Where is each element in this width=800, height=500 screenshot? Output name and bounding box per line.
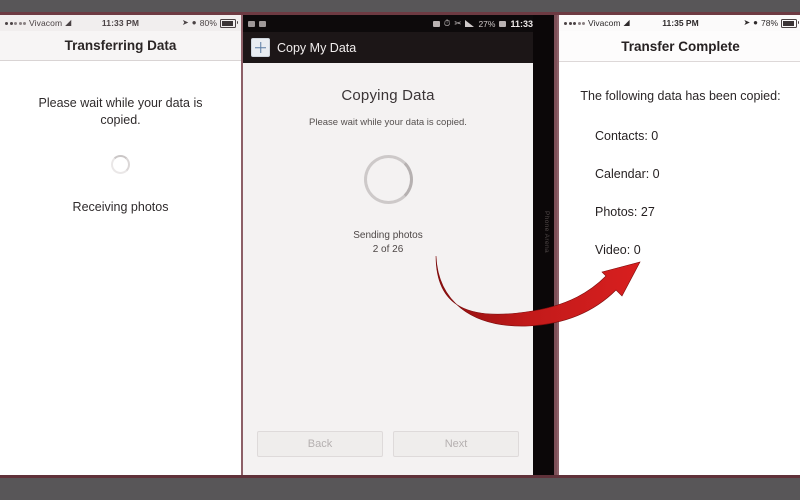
panel-middle-copy-my-data: ⏱ ✂ 27% 11:33 PM Copy My Data Copying Da… [243,15,554,475]
location-arrow-icon: ➤ [743,18,751,27]
watermark-label: Phone Arena [543,211,550,253]
wizard-button-row: Back Next [243,431,533,457]
usb-icon: ✂ [454,18,462,28]
status-bar-system-icons: ⏱ ✂ 27% 11:33 PM [432,18,549,29]
progress-count: 2 of 26 [372,244,404,255]
copied-results-list: Contacts: 0 Calendar: 0 Photos: 27 Video… [559,103,800,257]
next-button[interactable]: Next [393,431,519,457]
page-title-left: Transferring Data [64,38,177,53]
bluetooth-icon: ● [191,18,197,27]
copy-my-data-app-icon [251,38,270,57]
list-item: Calendar: 0 [595,167,660,181]
back-button[interactable]: Back [257,431,383,457]
results-heading: The following data has been copied: [580,89,781,103]
copying-data-instruction: Please wait while your data is copied. [309,117,467,128]
bluetooth-icon: ● [753,18,758,27]
android-battery-percent: 27% [478,18,496,29]
loading-spinner-icon [111,155,130,174]
list-item: Contacts: 0 [595,129,659,143]
nav-bar-left: Transferring Data [0,31,241,61]
android-battery-icon [499,20,507,27]
mute-icon [432,20,440,27]
transfer-status-text: Receiving photos [72,200,169,214]
panel-right-transfer-complete: Vivacom ◢ 11:35 PM ➤ ● 78% Transfer Comp… [557,15,800,475]
status-bar-notification-icons [248,20,266,27]
status-bar-right-group-right: ➤ ● 78% [743,18,799,28]
battery-percent-label: 80% [199,18,217,28]
ios-status-bar-right: Vivacom ◢ 11:35 PM ➤ ● 78% [559,15,800,31]
sdcard-icon [259,20,266,27]
signal-bars-icon [465,20,475,27]
screenshot-stage: Vivacom ◢ 11:33 PM ➤ ● 80% Transferring … [0,0,800,500]
list-item: Video: 0 [595,243,641,257]
panel-left-body: Please wait while your data is copied. R… [0,61,241,214]
copying-data-sheet: Copying Data Please wait while your data… [243,63,533,475]
location-arrow-icon: ➤ [181,18,189,27]
nav-bar-right: Transfer Complete [559,31,800,62]
status-bar-right-group: ➤ ● 80% [181,18,238,28]
progress-label: Sending photos [353,230,423,241]
page-title-right: Transfer Complete [621,38,740,54]
android-status-bar: ⏱ ✂ 27% 11:33 PM [243,15,554,32]
battery-icon [781,18,799,28]
transfer-instruction-text: Please wait while your data is copied. [38,96,203,127]
copying-progress-block: Sending photos 2 of 26 [243,229,533,257]
panel-left-transferring-data: Vivacom ◢ 11:33 PM ➤ ● 80% Transferring … [0,15,243,475]
battery-percent-label-right: 78% [760,18,778,28]
progress-ring-icon [363,155,413,204]
ios-status-bar-left: Vivacom ◢ 11:33 PM ➤ ● 80% [0,15,241,31]
save-icon [248,20,255,27]
copying-data-heading: Copying Data [341,87,435,104]
alarm-icon: ⏱ [443,18,451,28]
app-title-label: Copy My Data [277,40,357,55]
android-app-bar: Copy My Data [243,32,554,64]
list-item: Photos: 27 [595,205,655,219]
battery-icon [220,18,238,28]
